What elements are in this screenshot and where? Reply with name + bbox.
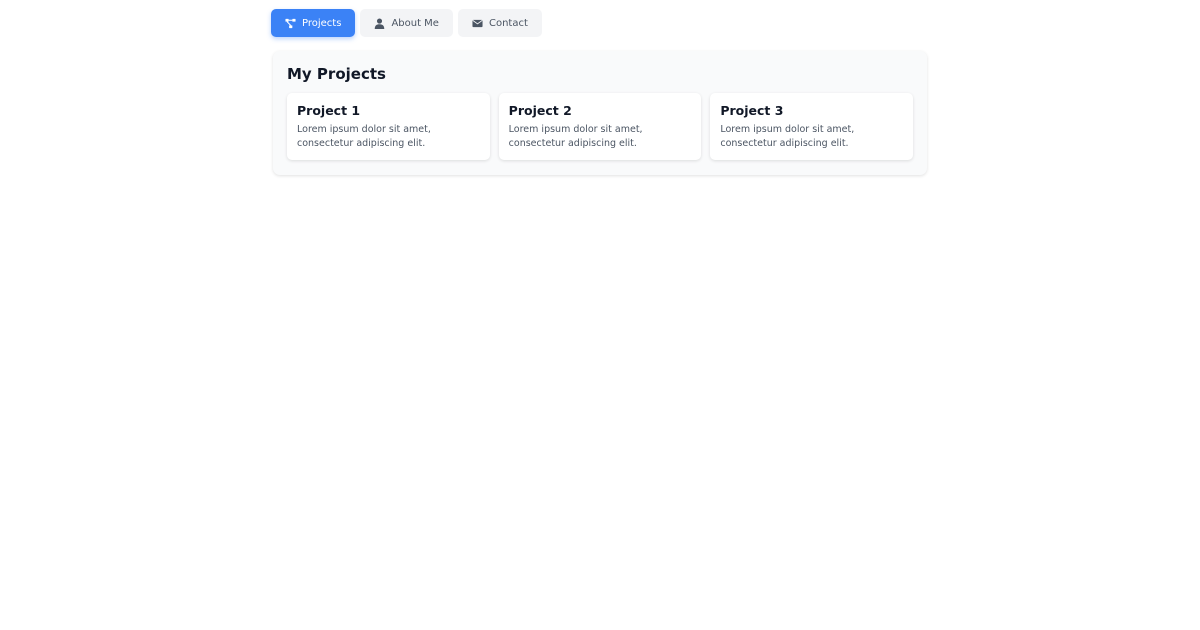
- project-card-title: Project 1: [297, 103, 361, 118]
- user-icon: [374, 17, 385, 29]
- projects-heading: My Projects: [287, 65, 386, 83]
- tab-contact[interactable]: Contact: [457, 9, 542, 37]
- projects-panel: My Projects Project 1 Lorem ipsum dolor …: [273, 51, 927, 175]
- envelope-icon: [472, 18, 483, 29]
- project-diagram-icon: [285, 18, 296, 29]
- page: Projects About Me Contact My Projects Pr…: [0, 0, 1200, 630]
- project-card-description: Lorem ipsum dolor sit amet, consectetur …: [297, 124, 431, 149]
- project-card-list: Project 1 Lorem ipsum dolor sit amet, co…: [287, 93, 914, 160]
- tab-bar: Projects About Me Contact: [271, 9, 542, 37]
- project-card-description: Lorem ipsum dolor sit amet, consectetur …: [720, 124, 855, 149]
- project-card-description: Lorem ipsum dolor sit amet, consectetur …: [508, 124, 643, 149]
- tab-about-me-label: About Me: [391, 17, 439, 29]
- tab-contact-label: Contact: [488, 17, 528, 29]
- tab-projects[interactable]: Projects: [271, 9, 356, 37]
- project-card-3[interactable]: Project 3 Lorem ipsum dolor sit amet, co…: [710, 93, 914, 160]
- project-card-title: Project 2: [508, 103, 572, 118]
- project-card-2[interactable]: Project 2 Lorem ipsum dolor sit amet, co…: [498, 93, 702, 160]
- project-card-1[interactable]: Project 1 Lorem ipsum dolor sit amet, co…: [287, 93, 490, 160]
- tab-projects-label: Projects: [302, 17, 342, 29]
- project-card-title: Project 3: [720, 103, 784, 118]
- tab-about-me[interactable]: About Me: [360, 9, 453, 37]
